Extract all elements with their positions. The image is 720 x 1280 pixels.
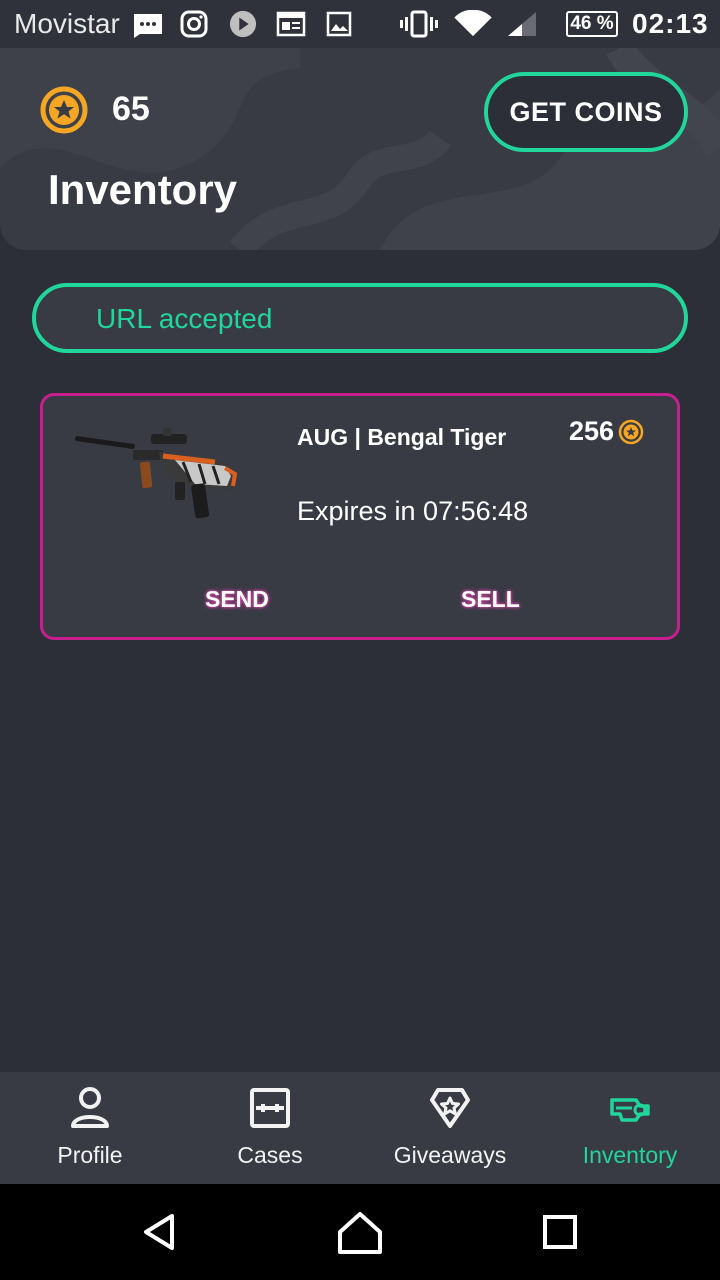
giveaways-icon (430, 1088, 470, 1128)
wifi-icon (454, 10, 492, 37)
nav-item-inventory[interactable]: Inventory (540, 1072, 720, 1184)
nav-label-giveaways: Giveaways (393, 1142, 507, 1168)
coin-icon (618, 419, 644, 444)
get-coins-button[interactable]: GET COINS (484, 72, 688, 152)
gallery-icon (326, 11, 352, 37)
coin-balance: 65 (112, 90, 150, 128)
inventory-item-card: AUG | Bengal Tiger 256 Expires in 07:56:… (40, 393, 680, 640)
expiry-timer: Expires in 07:56:48 (297, 496, 529, 526)
clock: 02:13 (632, 8, 709, 39)
sell-button[interactable]: SELL (461, 586, 520, 613)
item-name: AUG | Bengal Tiger (297, 424, 507, 450)
send-button[interactable]: SEND (205, 586, 269, 613)
back-icon[interactable] (132, 1204, 188, 1260)
weapon-image (75, 428, 238, 519)
instagram-icon (180, 10, 208, 38)
profile-icon (71, 1087, 109, 1128)
battery-indicator: 46 % (566, 11, 618, 37)
url-status-box[interactable]: URL accepted (32, 283, 688, 353)
recents-icon[interactable] (532, 1204, 588, 1260)
nav-label-profile: Profile (57, 1142, 123, 1168)
news-icon (276, 11, 306, 37)
nav-label-cases: Cases (237, 1142, 303, 1168)
nav-item-giveaways[interactable]: Giveaways (360, 1072, 540, 1184)
status-bar: Movistar 46 % 02:13 (0, 0, 720, 48)
nav-item-profile[interactable]: Profile (0, 1072, 180, 1184)
inventory-icon (610, 1098, 650, 1122)
play-icon (229, 10, 257, 38)
item-price-value: 256 (569, 416, 615, 446)
page-title: Inventory (48, 166, 238, 213)
nav-label-inventory: Inventory (582, 1142, 678, 1168)
home-icon[interactable] (332, 1204, 388, 1260)
nav-item-cases[interactable]: Cases (180, 1072, 360, 1184)
bottom-navigation: Profile Cases Giveaways Inventory (0, 1072, 720, 1184)
system-navigation-bar (0, 1184, 720, 1280)
header: 65 GET COINS Inventory (0, 48, 720, 250)
message-icon (134, 14, 162, 38)
item-price: 256 (569, 416, 644, 447)
url-status-text: URL accepted (96, 303, 273, 334)
signal-icon (508, 12, 536, 36)
cases-icon (250, 1088, 290, 1128)
coin-icon (40, 86, 88, 134)
vibrate-icon (400, 10, 438, 38)
carrier-name: Movistar (14, 8, 120, 39)
